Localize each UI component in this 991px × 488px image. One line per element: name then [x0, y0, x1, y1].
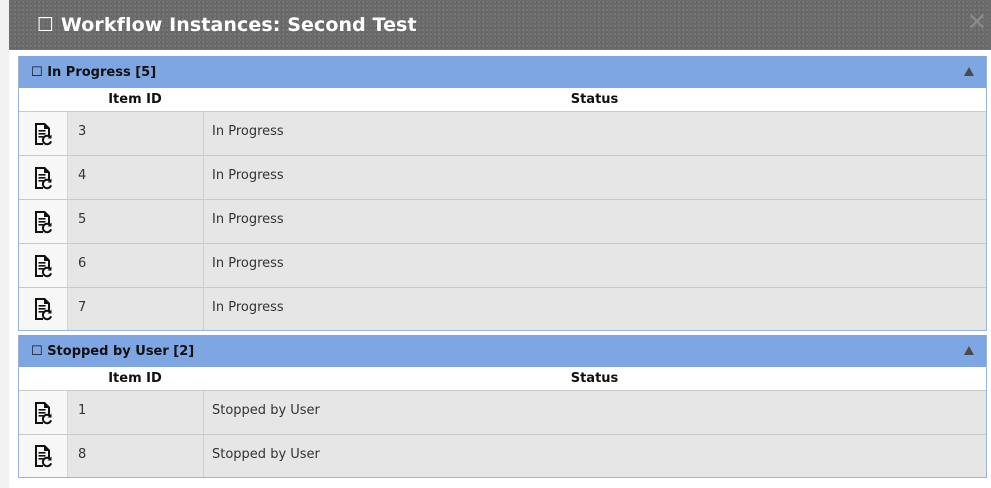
group-stopped-by-user: ☐ Stopped by User [2] Item ID Status 1 S…: [18, 335, 987, 478]
group-checkbox-glyph: ☐: [31, 65, 43, 80]
table-row[interactable]: 5 In Progress: [19, 199, 986, 243]
group-checkbox-glyph: ☐: [31, 344, 43, 359]
table-row[interactable]: 1 Stopped by User: [19, 390, 986, 434]
document-refresh-icon[interactable]: [19, 112, 68, 155]
group-in-progress: ☐ In Progress [5] Item ID Status 3 In Pr…: [18, 56, 987, 331]
group-title: Stopped by User [2]: [47, 344, 195, 359]
item-id-cell: 6: [68, 244, 204, 287]
table-row[interactable]: 7 In Progress: [19, 287, 986, 330]
collapse-triangle-up-icon[interactable]: [964, 67, 974, 76]
item-id-cell: 4: [68, 156, 204, 199]
document-refresh-icon[interactable]: [19, 435, 68, 477]
status-cell: In Progress: [212, 300, 284, 315]
collapse-triangle-up-icon[interactable]: [964, 346, 974, 355]
item-id-cell: 1: [68, 391, 204, 434]
status-cell: Stopped by User: [212, 403, 320, 418]
column-header-status[interactable]: Status: [203, 371, 986, 386]
item-id-cell: 5: [68, 200, 204, 243]
dialog-title-text: Workflow Instances: Second Test: [60, 14, 417, 36]
column-header-item-id[interactable]: Item ID: [67, 371, 203, 386]
table-row[interactable]: 4 In Progress: [19, 155, 986, 199]
table-row[interactable]: 3 In Progress: [19, 111, 986, 155]
group-header-stopped-by-user[interactable]: ☐ Stopped by User [2]: [19, 335, 986, 367]
status-cell: In Progress: [212, 168, 284, 183]
close-icon[interactable]: ✕: [967, 10, 987, 34]
document-refresh-icon[interactable]: [19, 288, 68, 330]
status-cell: In Progress: [212, 212, 284, 227]
item-id-cell: 8: [68, 435, 204, 477]
window-edge: [0, 0, 9, 488]
group-header-label: ☐ In Progress [5]: [31, 65, 156, 80]
column-header-item-id[interactable]: Item ID: [67, 92, 203, 107]
title-checkbox-glyph: ☐: [37, 14, 55, 36]
document-refresh-icon[interactable]: [19, 200, 68, 243]
column-header-status[interactable]: Status: [203, 92, 986, 107]
dialog-title: ☐ Workflow Instances: Second Test: [37, 14, 417, 36]
status-cell: In Progress: [212, 256, 284, 271]
status-cell: In Progress: [212, 124, 284, 139]
document-refresh-icon[interactable]: [19, 244, 68, 287]
groups-container: ☐ In Progress [5] Item ID Status 3 In Pr…: [18, 56, 987, 478]
column-headers: Item ID Status: [19, 367, 986, 390]
document-refresh-icon[interactable]: [19, 391, 68, 434]
column-headers: Item ID Status: [19, 88, 986, 111]
group-header-in-progress[interactable]: ☐ In Progress [5]: [19, 56, 986, 88]
item-id-cell: 3: [68, 112, 204, 155]
item-id-cell: 7: [68, 288, 204, 330]
workflow-instances-dialog: ☐ Workflow Instances: Second Test ✕ ☐ In…: [9, 0, 991, 488]
table-row[interactable]: 6 In Progress: [19, 243, 986, 287]
status-cell: Stopped by User: [212, 447, 320, 462]
dialog-titlebar[interactable]: ☐ Workflow Instances: Second Test ✕: [9, 0, 991, 50]
group-header-label: ☐ Stopped by User [2]: [31, 344, 194, 359]
document-refresh-icon[interactable]: [19, 156, 68, 199]
group-title: In Progress [5]: [47, 65, 157, 80]
table-row[interactable]: 8 Stopped by User: [19, 434, 986, 477]
